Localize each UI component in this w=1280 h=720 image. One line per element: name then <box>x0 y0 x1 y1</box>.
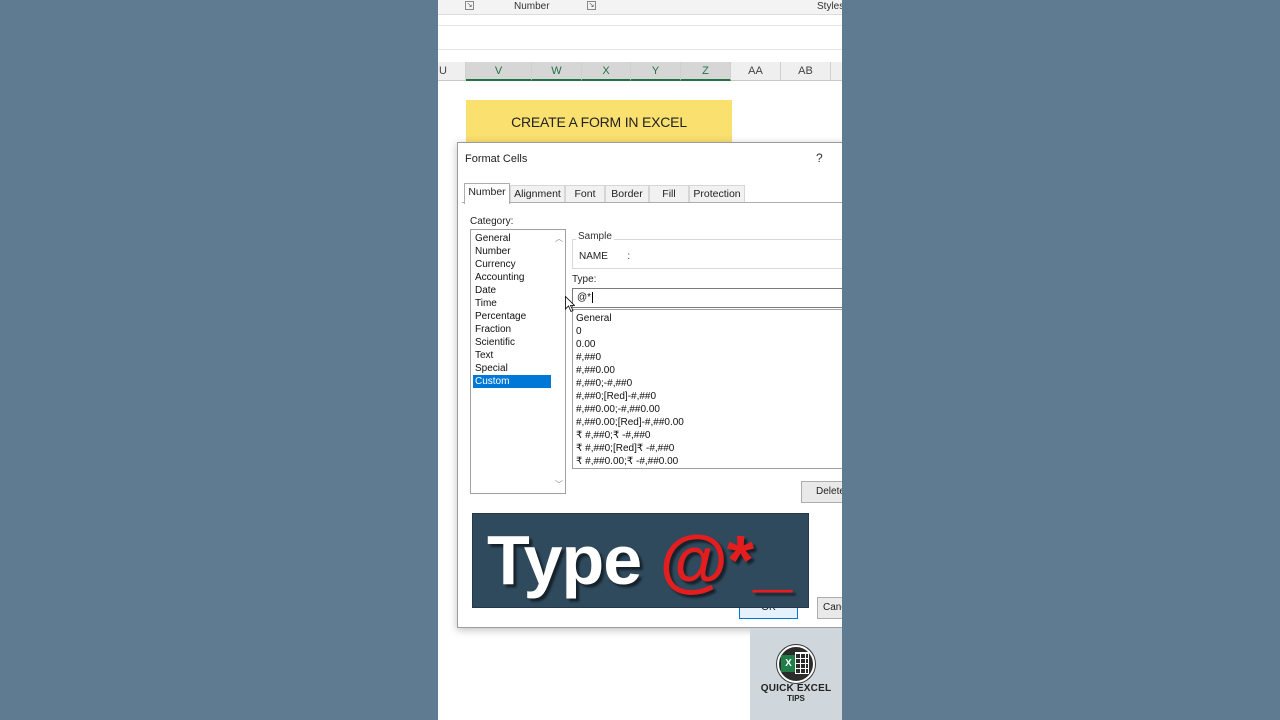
list-item[interactable]: 0 <box>576 325 582 338</box>
format-code-list[interactable]: General 0 0.00 #,##0 #,##0.00 #,##0;-#,#… <box>572 309 842 469</box>
category-item-fraction[interactable]: Fraction <box>473 323 551 336</box>
scroll-down-icon[interactable]: ﹀ <box>555 479 563 490</box>
dialog-tabs: Number Alignment Font Border Fill Protec… <box>462 183 842 204</box>
ribbon-group-styles-label: Styles <box>817 1 842 12</box>
caption-main-text: Type <box>487 521 660 599</box>
category-item-time[interactable]: Time <box>473 297 551 310</box>
caption-text: Type @*_ <box>487 520 792 600</box>
dialog-launcher-icon[interactable]: ↘ <box>587 1 596 10</box>
column-header-ab[interactable]: AB <box>781 62 831 81</box>
caption-overlay: Type @*_ <box>472 513 809 608</box>
form-title-cell[interactable]: CREATE A FORM IN EXCEL <box>466 100 732 144</box>
category-list[interactable]: General Number Currency Accounting Date … <box>470 229 566 494</box>
category-item-percentage[interactable]: Percentage <box>473 310 551 323</box>
column-header-w[interactable]: W <box>532 62 582 81</box>
column-header-y[interactable]: Y <box>631 62 681 81</box>
list-item[interactable]: ₹ #,##0;₹ -#,##0 <box>576 429 650 442</box>
category-item-special[interactable]: Special <box>473 362 551 375</box>
type-input-value: @* <box>577 292 592 303</box>
logo-text-line2: TIPS <box>787 694 805 703</box>
sample-value: NAME : <box>579 251 631 262</box>
quick-excel-tips-logo: X QUICK EXCEL TIPS <box>750 628 842 720</box>
list-item[interactable]: #,##0.00 <box>576 364 615 377</box>
caption-accent-text: @*_ <box>659 521 792 599</box>
help-button[interactable]: ? <box>816 151 823 165</box>
ribbon-group-number-label: Number <box>514 1 550 12</box>
category-item-accounting[interactable]: Accounting <box>473 271 551 284</box>
type-label: Type: <box>572 274 597 285</box>
list-item[interactable]: ₹ #,##0.00;₹ -#,##0.00 <box>576 455 678 468</box>
category-item-currency[interactable]: Currency <box>473 258 551 271</box>
list-item[interactable]: #,##0.00;-#,##0.00 <box>576 403 660 416</box>
excel-window: ↘ Number ↘ Styles U V W X Y Z AA AB CREA… <box>438 0 842 720</box>
column-header-aa[interactable]: AA <box>731 62 781 81</box>
list-item[interactable]: #,##0;[Red]-#,##0 <box>576 390 656 403</box>
list-item[interactable]: General <box>576 312 612 325</box>
list-item[interactable]: ₹ #,##0;[Red]₹ -#,##0 <box>576 442 674 455</box>
cancel-button[interactable]: Cancel <box>817 597 842 619</box>
category-item-custom[interactable]: Custom <box>473 375 551 388</box>
spreadsheet-grid-icon <box>795 652 809 674</box>
formula-bar[interactable] <box>438 25 842 50</box>
list-item[interactable]: 0.00 <box>576 338 595 351</box>
column-header-v[interactable]: V <box>466 62 532 81</box>
dialog-title: Format Cells <box>465 153 528 165</box>
tab-protection[interactable]: Protection <box>689 185 745 203</box>
tab-border[interactable]: Border <box>605 185 649 203</box>
category-item-date[interactable]: Date <box>473 284 551 297</box>
list-item[interactable]: #,##0;-#,##0 <box>576 377 632 390</box>
category-item-scientific[interactable]: Scientific <box>473 336 551 349</box>
tab-alignment[interactable]: Alignment <box>510 185 565 203</box>
tab-number[interactable]: Number <box>464 183 510 204</box>
category-item-text[interactable]: Text <box>473 349 551 362</box>
column-header-x[interactable]: X <box>582 62 631 81</box>
sample-label: Sample <box>576 231 614 242</box>
logo-text-line1: QUICK EXCEL <box>760 683 832 694</box>
mouse-cursor-icon <box>565 296 575 312</box>
column-headers: U V W X Y Z AA AB <box>438 62 842 81</box>
delete-button[interactable]: Delete <box>801 481 842 503</box>
category-item-general[interactable]: General <box>473 232 551 245</box>
list-item[interactable]: #,##0.00;[Red]-#,##0.00 <box>576 416 684 429</box>
tab-fill[interactable]: Fill <box>649 185 689 203</box>
column-header-z[interactable]: Z <box>681 62 731 81</box>
tab-font[interactable]: Font <box>565 185 605 203</box>
list-item[interactable]: #,##0 <box>576 351 601 364</box>
type-input[interactable]: @* <box>572 288 842 308</box>
column-header-u[interactable]: U <box>438 62 466 81</box>
excel-x-icon: X <box>781 655 796 672</box>
dialog-launcher-icon[interactable]: ↘ <box>465 1 474 10</box>
category-label: Category: <box>470 216 514 227</box>
ribbon-group-strip: ↘ Number ↘ Styles <box>438 0 842 15</box>
text-caret <box>592 291 594 303</box>
category-item-number[interactable]: Number <box>473 245 551 258</box>
scroll-up-icon[interactable]: ︿ <box>555 233 563 244</box>
